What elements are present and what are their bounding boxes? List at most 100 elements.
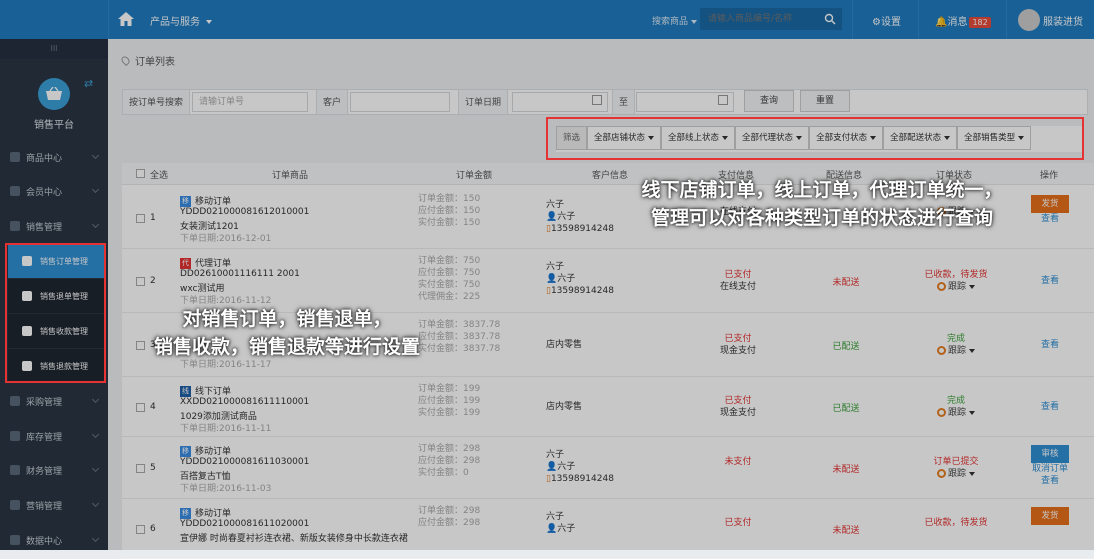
sidebar-item-purchase[interactable]: 采购管理 [0,384,108,418]
store-status-dropdown[interactable]: 全部店铺状态 [587,126,662,150]
search-input[interactable] [700,8,818,30]
payment-method: 在线支付 [719,282,756,292]
calendar-icon[interactable] [592,95,602,105]
sidebar-item-finance[interactable]: 财务管理 [0,453,108,487]
track-dropdown[interactable]: 跟踪 [906,468,1006,480]
view-link[interactable]: 查看 [1022,275,1078,287]
order-status: 已收款，待发货 跟踪 [906,269,1006,293]
payment-status: 已支付 [724,396,752,406]
customer-name: 店内零售 [546,402,583,412]
search-icon [824,13,836,25]
row-checkbox[interactable] [136,464,145,473]
search-category[interactable]: 搜索商品 [652,14,698,27]
sidebar-item-sales[interactable]: 销售管理 [0,209,108,243]
sidebar-item-members[interactable]: 会员中心 [0,174,108,208]
row-actions: 查看 [1022,339,1078,351]
sidebar-sub-sales-orders[interactable]: 销售订单管理 [8,244,104,278]
product-menu[interactable]: 产品与服务 [150,13,213,28]
order-code[interactable]: YDDD021000081612010001 [180,207,309,217]
track-dropdown[interactable]: 跟踪 [906,281,1006,293]
sidebar-item-goods[interactable]: 商品中心 [0,140,108,174]
amount-line: 实付金额：199 [418,408,481,418]
cancel-order-link[interactable]: 取消订单 [1022,463,1078,475]
row-number: 5 [150,463,156,473]
customer-phone: 13598914248 [550,474,614,484]
order-status: 完成 跟踪 [906,333,1006,357]
sidebar-item-marketing[interactable]: 营销管理 [0,488,108,522]
money-icon [10,465,20,475]
search-button[interactable] [818,8,842,30]
view-link[interactable]: 查看 [1022,339,1078,351]
order-no-label: 按订单号搜索 [122,89,191,115]
row-checkbox[interactable] [136,277,145,286]
view-link[interactable]: 查看 [1022,401,1078,413]
amount-line: 应付金额：150 [418,206,481,216]
shield-icon [22,291,32,301]
order-status-text: 已收款，待发货 [924,518,988,528]
order-type: 线线下订单 [180,386,232,397]
user-menu[interactable]: 服装进货 [1043,13,1083,28]
order-no-input[interactable]: 请输订单号 [192,92,308,112]
order-type-icon: 移 [180,196,191,207]
review-button[interactable]: 审核 [1031,445,1069,463]
row-checkbox[interactable] [136,525,145,534]
filter-title: 筛选 [556,126,588,150]
payment-status: 未支付 [724,457,752,467]
customer-info: 六子 👤六子 ▯13598914248 [546,449,614,485]
amount-line: 应付金额：298 [418,456,481,466]
calendar-icon[interactable] [718,95,728,105]
gear-icon: ⚙ [872,17,881,28]
amount-line: 应付金额：199 [418,396,481,406]
amount-line: 订单金额：750 [418,256,481,266]
sale-type-dropdown[interactable]: 全部销售类型 [957,126,1032,150]
sidebar-sub-sales-returns[interactable]: 销售退单管理 [8,279,104,313]
payment-info: 已支付 现金支付 [698,333,778,357]
amount-line: 应付金额：298 [418,518,481,528]
delivery-status-dropdown[interactable]: 全部配送状态 [883,126,958,150]
sidebar-sub-sales-receipts[interactable]: 销售收款管理 [8,314,104,348]
sidebar-item-inventory[interactable]: 库存管理 [0,419,108,453]
cart-icon [10,221,20,231]
reset-button[interactable]: 重置 [800,90,850,112]
download-icon [22,326,32,336]
home-icon[interactable] [117,10,135,28]
order-date: 下单日期:2016-11-03 [180,484,272,494]
order-code[interactable]: XXDD021000081611110001 [180,397,309,407]
settings-button[interactable]: ⚙设置 [872,13,901,28]
ship-button[interactable]: 发货 [1031,195,1069,213]
row-number: 1 [150,213,156,223]
box-icon [10,431,20,441]
swap-icon[interactable]: ⇄ [84,77,93,90]
order-code[interactable]: DD02610001116111 2001 [180,269,300,279]
order-code[interactable]: YDDD021000081611030001 [180,457,309,467]
bell-icon: 🔔 [935,17,948,28]
amount-line: 实付金额：0 [418,468,469,478]
avatar[interactable] [1018,9,1040,31]
order-type-icon: 移 [180,446,191,457]
agent-status-dropdown[interactable]: 全部代理状态 [735,126,810,150]
order-status-text: 完成 [946,396,965,406]
query-button[interactable]: 查询 [744,90,794,112]
order-code[interactable]: YDDD021000081611020001 [180,519,309,529]
payment-status-dropdown[interactable]: 全部支付状态 [809,126,884,150]
location-pin-icon [119,54,132,67]
select-all-checkbox[interactable] [136,169,145,178]
sidebar-item-data[interactable]: 数据中心 [0,523,108,557]
customer-contact: 六子 [557,462,576,472]
customer-input[interactable] [350,92,450,112]
online-status-dropdown[interactable]: 全部线上状态 [661,126,736,150]
basket-logo-icon [38,78,70,110]
sidebar-collapse-handle[interactable]: III [0,39,108,59]
ship-button[interactable]: 发货 [1031,507,1069,525]
breadcrumb: 订单列表 [119,53,175,68]
sidebar-sub-sales-refunds[interactable]: 销售退款管理 [8,349,104,383]
view-link[interactable]: 查看 [1022,475,1078,487]
messages-button[interactable]: 🔔消息 182 [935,13,991,28]
row-checkbox[interactable] [136,403,145,412]
platform-name: 销售平台 [34,120,74,131]
row-checkbox[interactable] [136,214,145,223]
main-content: 订单列表 按订单号搜索 请输订单号 客户 订单日期 至 查询 重置 筛选 全部店… [108,39,1094,559]
track-dropdown[interactable]: 跟踪 [906,345,1006,357]
row-actions: 查看 [1022,401,1078,413]
track-dropdown[interactable]: 跟踪 [906,407,1006,419]
